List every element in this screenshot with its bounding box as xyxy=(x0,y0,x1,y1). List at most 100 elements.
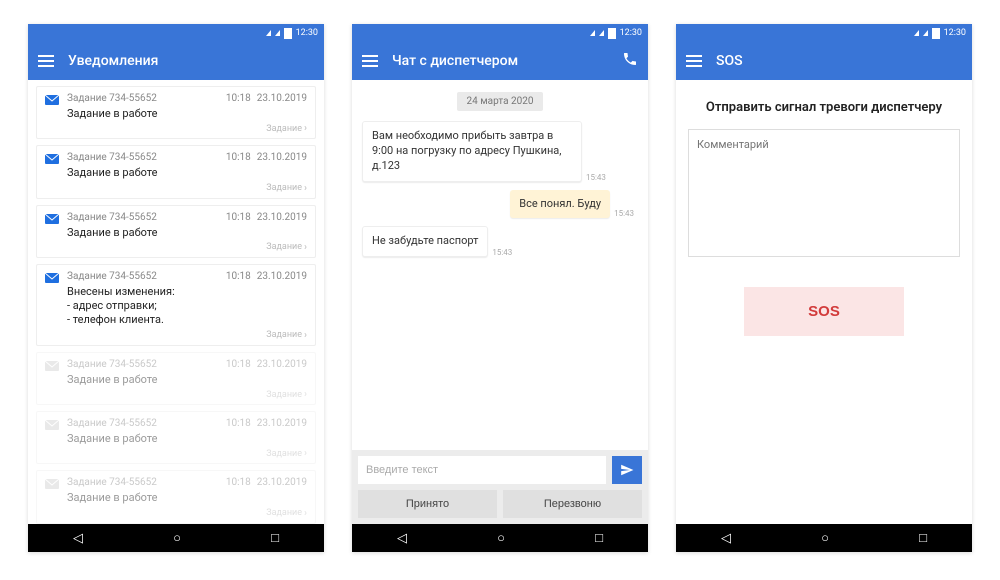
notification-card[interactable]: Задание 734-5565210:18 23.10.2019 Задание … xyxy=(36,352,316,405)
notif-type: Задание xyxy=(266,242,302,252)
android-navbar: ◁ ○ □ xyxy=(676,524,972,552)
notif-date: 23.10.2019 xyxy=(257,271,307,282)
nav-back[interactable]: ◁ xyxy=(397,531,407,546)
chevron-right-icon: › xyxy=(304,123,307,134)
android-navbar: ◁ ○ □ xyxy=(28,524,324,552)
notif-date: 23.10.2019 xyxy=(257,477,307,488)
nav-recent[interactable]: □ xyxy=(595,530,603,546)
chevron-right-icon: › xyxy=(304,330,307,341)
notif-date: 23.10.2019 xyxy=(257,418,307,429)
menu-icon[interactable] xyxy=(362,55,378,67)
notif-type: Задание xyxy=(266,330,302,340)
notification-card[interactable]: Задание 734-5565210:18 23.10.2019 Задание … xyxy=(36,411,316,464)
nav-home[interactable]: ○ xyxy=(821,530,829,546)
notif-time: 10:18 xyxy=(226,477,251,488)
date-chip: 24 марта 2020 xyxy=(457,92,544,111)
notif-date: 23.10.2019 xyxy=(257,212,307,223)
battery-icon xyxy=(608,28,616,39)
quick-reply-callback[interactable]: Перезвоню xyxy=(503,490,642,518)
menu-icon[interactable] xyxy=(38,55,54,67)
message-row: Все понял. Буду 15:43 xyxy=(362,190,638,219)
notif-time: 10:18 xyxy=(226,271,251,282)
status-time: 12:30 xyxy=(944,28,966,38)
notif-body: Задание в работе xyxy=(67,432,307,446)
nav-home[interactable]: ○ xyxy=(173,530,181,546)
signal-icon xyxy=(590,30,595,36)
notif-date: 23.10.2019 xyxy=(257,359,307,370)
message-bubble: Вам необходимо прибыть завтра в 9:00 на … xyxy=(362,121,582,182)
sos-heading: Отправить сигнал тревоги диспетчеру xyxy=(688,100,960,115)
menu-icon[interactable] xyxy=(686,55,702,67)
notif-body: Задание в работе xyxy=(67,373,307,387)
chevron-right-icon: › xyxy=(304,448,307,459)
message-time: 15:43 xyxy=(492,248,512,257)
phone-sos: 12:30 SOS Отправить сигнал тревоги диспе… xyxy=(676,24,972,552)
app-bar: Уведомления xyxy=(28,42,324,80)
chevron-right-icon: › xyxy=(304,508,307,519)
notif-title: Задание 734-55652 xyxy=(67,477,226,488)
notif-time: 10:18 xyxy=(226,359,251,370)
phone-notifications: 12:30 Уведомления Задание 734-5565210:18… xyxy=(28,24,324,552)
notif-date: 23.10.2019 xyxy=(257,93,307,104)
page-title: Уведомления xyxy=(68,53,158,69)
send-button[interactable] xyxy=(612,456,642,484)
status-bar: 12:30 xyxy=(28,24,324,42)
notifications-content: Задание 734-5565210:1823.10.2019Задание … xyxy=(28,80,324,524)
notification-card[interactable]: Задание 734-5565210:1823.10.2019Задание … xyxy=(36,205,316,258)
mail-icon xyxy=(45,479,59,489)
android-navbar: ◁ ○ □ xyxy=(352,524,648,552)
notif-type: Задание xyxy=(266,124,302,134)
chat-content: 24 марта 2020 Вам необходимо прибыть зав… xyxy=(352,80,648,524)
notif-type: Задание xyxy=(266,449,302,459)
nav-home[interactable]: ○ xyxy=(497,530,505,546)
mail-icon xyxy=(45,214,59,224)
chevron-right-icon: › xyxy=(304,389,307,400)
page-title: Чат с диспетчером xyxy=(392,53,518,69)
message-time: 15:43 xyxy=(586,173,606,182)
notification-card[interactable]: Задание 734-5565210:1823.10.2019Задание … xyxy=(36,145,316,198)
nav-back[interactable]: ◁ xyxy=(721,531,731,546)
app-bar: SOS xyxy=(676,42,972,80)
notif-title: Задание 734-55652 xyxy=(67,418,226,429)
status-bar: 12:30 xyxy=(352,24,648,42)
notif-time: 10:18 xyxy=(226,152,251,163)
notif-body: Задание в работе xyxy=(67,166,307,180)
notification-card[interactable]: Задание 734-5565210:1823.10.2019Задание … xyxy=(36,86,316,139)
call-icon[interactable] xyxy=(622,51,638,71)
message-time: 15:43 xyxy=(614,209,634,218)
message-row: Вам необходимо прибыть завтра в 9:00 на … xyxy=(362,121,638,182)
status-bar: 12:30 xyxy=(676,24,972,42)
signal-icon-2 xyxy=(599,30,604,36)
notif-body: Внесены изменения: - адрес отправки; - т… xyxy=(67,285,307,328)
notif-title: Задание 734-55652 xyxy=(67,359,226,370)
mail-icon xyxy=(45,420,59,430)
mail-icon xyxy=(45,154,59,164)
message-bubble: Не забудьте паспорт xyxy=(362,226,488,257)
notif-type: Задание xyxy=(266,183,302,193)
sos-comment-input[interactable] xyxy=(688,129,960,257)
notif-title: Задание 734-55652 xyxy=(67,271,226,282)
chevron-right-icon: › xyxy=(304,183,307,194)
notification-card[interactable]: Задание 734-5565210:18 23.10.2019 Внесены … xyxy=(36,264,316,346)
signal-icon xyxy=(914,30,919,36)
notif-type: Задание xyxy=(266,508,302,518)
nav-recent[interactable]: □ xyxy=(919,530,927,546)
notification-card[interactable]: Задание 734-5565210:1823.10.2019Задание … xyxy=(36,470,316,523)
message-bubble: Все понял. Буду xyxy=(510,190,610,219)
sos-content: Отправить сигнал тревоги диспетчеру SOS xyxy=(676,80,972,524)
quick-reply-accept[interactable]: Принято xyxy=(358,490,497,518)
chat-input[interactable] xyxy=(358,456,606,484)
phone-chat: 12:30 Чат с диспетчером 24 марта 2020 Ва… xyxy=(352,24,648,552)
nav-recent[interactable]: □ xyxy=(271,530,279,546)
sos-button[interactable]: SOS xyxy=(744,287,904,336)
page-title: SOS xyxy=(716,53,743,69)
status-time: 12:30 xyxy=(296,28,318,38)
notif-title: Задание 734-55652 xyxy=(67,212,226,223)
mail-icon xyxy=(45,273,59,283)
notif-body: Задание в работе xyxy=(67,107,307,121)
notif-time: 10:18 xyxy=(226,418,251,429)
notif-time: 10:18 xyxy=(226,212,251,223)
notif-title: Задание 734-55652 xyxy=(67,152,226,163)
nav-back[interactable]: ◁ xyxy=(73,531,83,546)
app-bar: Чат с диспетчером xyxy=(352,42,648,80)
